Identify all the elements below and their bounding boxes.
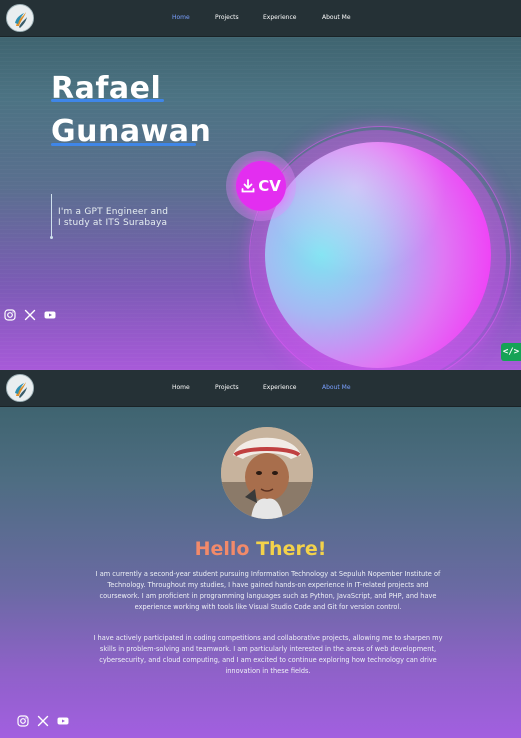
nav-projects[interactable]: Projects xyxy=(215,14,239,21)
intro-line-2: I study at ITS Surabaya xyxy=(58,218,168,228)
intro-divider xyxy=(50,194,53,239)
instagram-icon xyxy=(16,714,29,727)
x-icon xyxy=(37,715,48,726)
x-link-2[interactable] xyxy=(36,714,49,727)
profile-avatar xyxy=(221,427,313,519)
nav-experience[interactable]: Experience xyxy=(263,14,296,21)
hello-word-2: There! xyxy=(256,538,327,560)
youtube-icon xyxy=(44,311,55,318)
instagram-link-2[interactable] xyxy=(16,714,29,727)
youtube-link[interactable] xyxy=(43,308,56,321)
nav-home-2[interactable]: Home xyxy=(172,384,190,391)
hero-intro: I'm a GPT Engineer and I study at ITS Su… xyxy=(58,207,168,229)
instagram-link[interactable] xyxy=(3,308,16,321)
x-icon xyxy=(24,309,35,320)
nav-about-me[interactable]: About Me xyxy=(322,14,351,21)
youtube-link-2[interactable] xyxy=(56,714,69,727)
top-navbar: Home Projects Experience About Me xyxy=(0,0,521,37)
code-view-button[interactable]: </> xyxy=(501,343,521,361)
code-icon: </> xyxy=(502,347,520,357)
hello-word-1: Hello xyxy=(194,538,250,560)
orb-shine xyxy=(265,142,491,368)
cv-label: CV xyxy=(258,177,281,195)
download-icon xyxy=(241,179,255,193)
nav-about-me-2[interactable]: About Me xyxy=(322,384,351,391)
youtube-icon xyxy=(57,717,68,724)
nav-links-2: Home Projects Experience About Me xyxy=(0,370,521,407)
nav-projects-2[interactable]: Projects xyxy=(215,384,239,391)
about-paragraph-1: I am currently a second-year student pur… xyxy=(95,570,441,611)
download-cv-button[interactable]: CV xyxy=(236,161,286,211)
nav-experience-2[interactable]: Experience xyxy=(263,384,296,391)
sticky-navbar: Home Projects Experience About Me xyxy=(0,370,521,407)
hello-heading: Hello There! xyxy=(0,538,521,560)
name-underline-2 xyxy=(51,143,196,146)
name-underline-1 xyxy=(51,99,164,102)
footer-social-links xyxy=(16,714,76,727)
hero-social-links xyxy=(3,308,63,321)
nav-home[interactable]: Home xyxy=(172,14,190,21)
instagram-icon xyxy=(3,308,16,321)
about-paragraph-2: I have actively participated in coding c… xyxy=(93,634,443,675)
x-link[interactable] xyxy=(23,308,36,321)
intro-line-1: I'm a GPT Engineer and xyxy=(58,207,169,217)
nav-links: Home Projects Experience About Me xyxy=(0,0,521,37)
